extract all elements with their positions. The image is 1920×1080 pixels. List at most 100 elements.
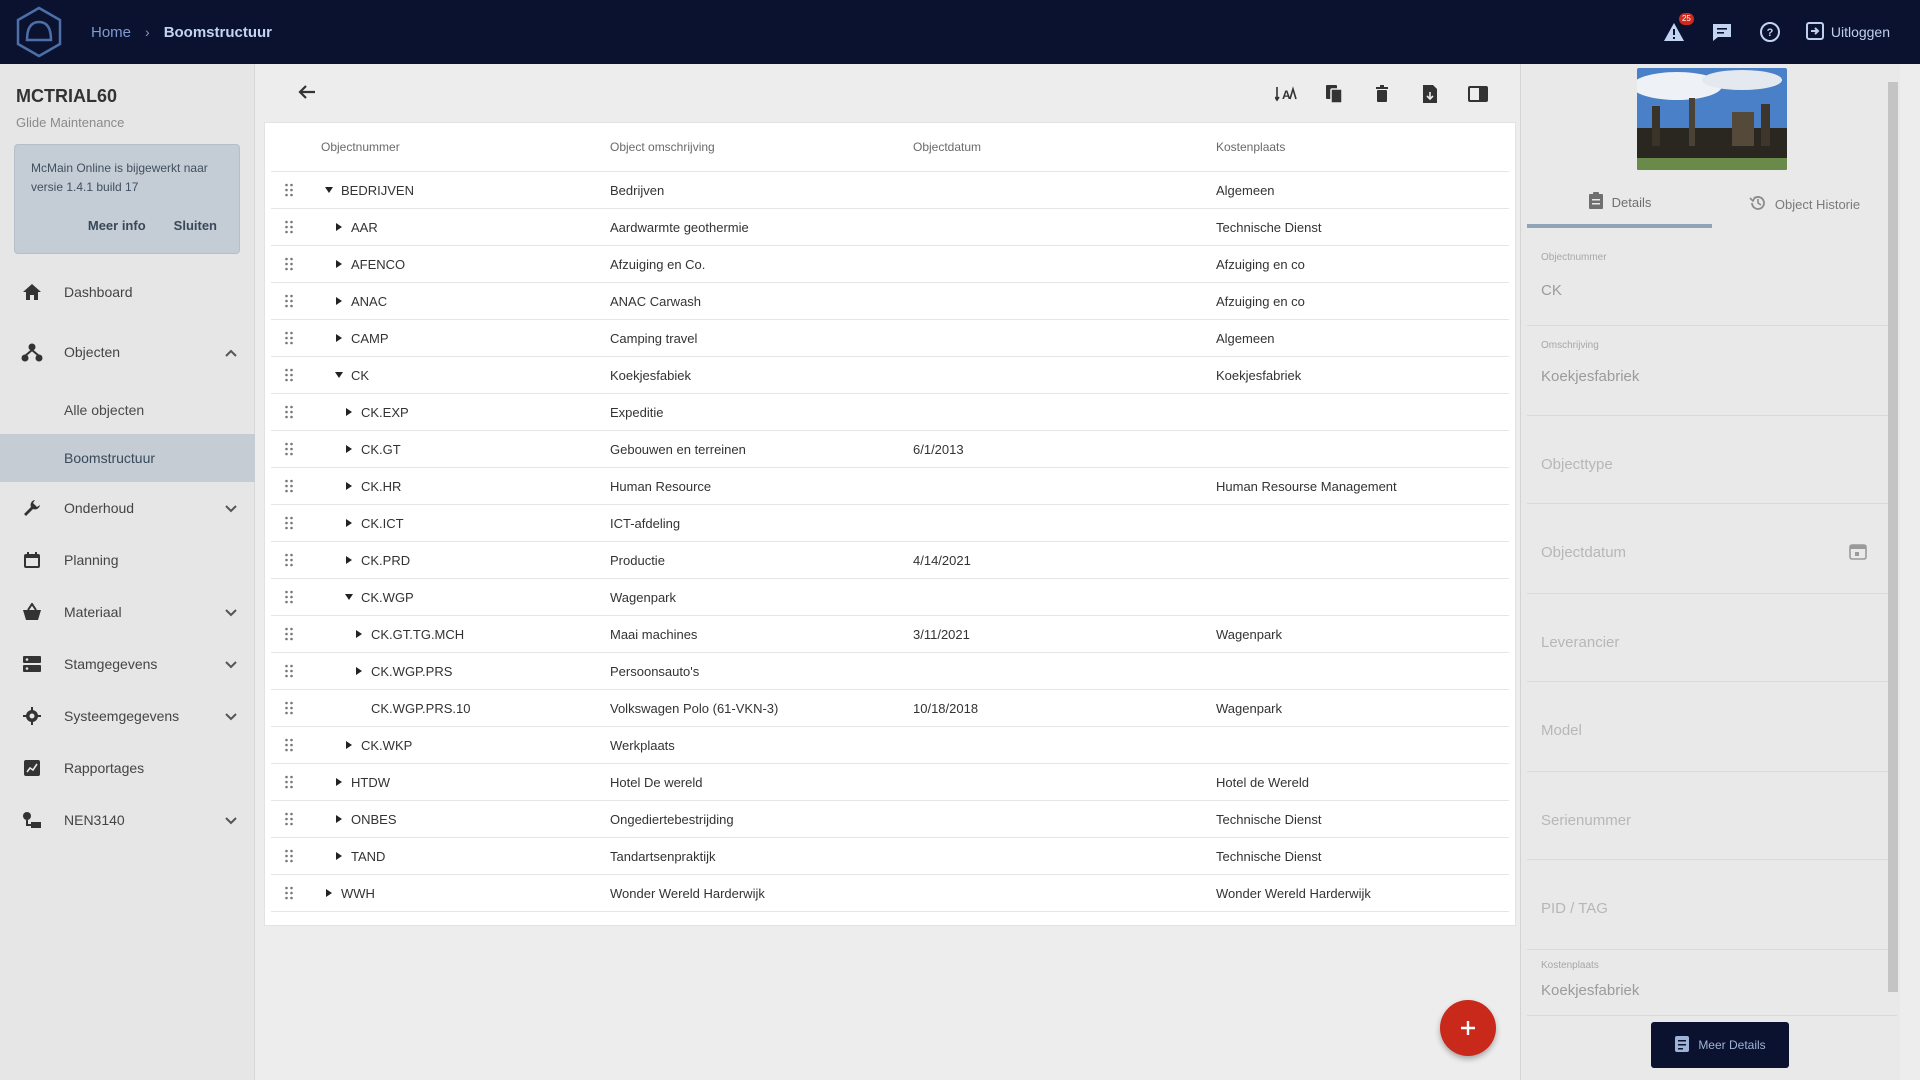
- tab-details[interactable]: Details: [1527, 180, 1712, 228]
- column-header-kostenplaats[interactable]: Kostenplaats: [1216, 140, 1509, 154]
- scrollbar-thumb[interactable]: [1888, 82, 1898, 992]
- expand-caret-icon[interactable]: [341, 478, 357, 494]
- expand-caret-icon[interactable]: [331, 256, 347, 272]
- chat-icon[interactable]: [1709, 19, 1735, 45]
- field-objectdatum[interactable]: Objectdatum: [1527, 504, 1897, 594]
- drag-handle-icon[interactable]: [271, 257, 307, 271]
- table-row[interactable]: CAMP Camping travel Algemeen: [271, 320, 1509, 357]
- toggle-panel-icon[interactable]: [1466, 82, 1490, 106]
- expand-caret-icon[interactable]: [331, 848, 347, 864]
- copy-icon[interactable]: [1322, 82, 1346, 106]
- tab-object-historie[interactable]: Object Historie: [1712, 180, 1897, 228]
- drag-handle-icon[interactable]: [271, 516, 307, 530]
- drag-handle-icon[interactable]: [271, 331, 307, 345]
- expand-caret-icon[interactable]: [341, 552, 357, 568]
- sidebar-item-planning[interactable]: Planning: [0, 534, 255, 586]
- drag-handle-icon[interactable]: [271, 812, 307, 826]
- field-omschrijving[interactable]: Omschrijving Koekjesfabriek: [1527, 326, 1897, 416]
- sidebar-item-materiaal[interactable]: Materiaal: [0, 586, 255, 638]
- expand-caret-icon[interactable]: [321, 885, 337, 901]
- drag-handle-icon[interactable]: [271, 220, 307, 234]
- sidebar-item-onderhoud[interactable]: Onderhoud: [0, 482, 255, 534]
- table-row[interactable]: AFENCO Afzuiging en Co. Afzuiging en co: [271, 246, 1509, 283]
- drag-handle-icon[interactable]: [271, 294, 307, 308]
- sidebar-item-stamgegevens[interactable]: Stamgegevens: [0, 638, 255, 690]
- table-row[interactable]: CK Koekjesfabiek Koekjesfabriek: [271, 357, 1509, 394]
- table-row[interactable]: AAR Aardwarmte geothermie Technische Diens…: [271, 209, 1509, 246]
- export-document-icon[interactable]: [1418, 82, 1442, 106]
- meer-details-button[interactable]: Meer Details: [1651, 1022, 1789, 1068]
- expand-caret-icon[interactable]: [341, 404, 357, 420]
- back-arrow-icon[interactable]: [298, 84, 316, 105]
- field-objecttype[interactable]: Objecttype: [1527, 416, 1897, 504]
- collapse-caret-icon[interactable]: [321, 182, 337, 198]
- delete-icon[interactable]: [1370, 82, 1394, 106]
- expand-caret-icon[interactable]: [331, 330, 347, 346]
- table-row[interactable]: CK.WKP Werkplaats: [271, 727, 1509, 764]
- table-row[interactable]: ANAC ANAC Carwash Afzuiging en co: [271, 283, 1509, 320]
- drag-handle-icon[interactable]: [271, 701, 307, 715]
- expand-caret-icon[interactable]: [341, 737, 357, 753]
- logout-button[interactable]: Uitloggen: [1805, 21, 1890, 44]
- expand-caret-icon[interactable]: [351, 626, 367, 642]
- drag-handle-icon[interactable]: [271, 738, 307, 752]
- table-row[interactable]: BEDRIJVEN Bedrijven Algemeen: [271, 172, 1509, 209]
- table-row[interactable]: TAND Tandartsenpraktijk Technische Dienst: [271, 838, 1509, 875]
- breadcrumb-home[interactable]: Home: [91, 24, 131, 41]
- sidebar-item-nen3140[interactable]: NEN3140: [0, 794, 255, 846]
- drag-handle-icon[interactable]: [271, 886, 307, 900]
- table-row[interactable]: CK.WGP.PRS.10 Volkswagen Polo (61-VKN-3) 1…: [271, 690, 1509, 727]
- field-pid-tag[interactable]: PID / TAG: [1527, 860, 1897, 950]
- column-header-omschrijving[interactable]: Object omschrijving: [610, 140, 913, 154]
- column-header-objectnummer[interactable]: Objectnummer: [307, 140, 610, 154]
- table-row[interactable]: CK.EXP Expeditie: [271, 394, 1509, 431]
- expand-caret-icon[interactable]: [331, 774, 347, 790]
- table-row[interactable]: HTDW Hotel De wereld Hotel de Wereld: [271, 764, 1509, 801]
- calendar-icon[interactable]: [1849, 542, 1867, 565]
- sidebar-item-objecten[interactable]: Objecten: [0, 318, 255, 386]
- panel-scrollbar[interactable]: [1884, 68, 1900, 1078]
- update-close-button[interactable]: Sluiten: [174, 218, 217, 233]
- table-row[interactable]: CK.WGP.PRS Persoonsauto's: [271, 653, 1509, 690]
- drag-handle-icon[interactable]: [271, 553, 307, 567]
- table-row[interactable]: CK.HR Human Resource Human Resourse Manage…: [271, 468, 1509, 505]
- sidebar-item-systeemgegevens[interactable]: Systeemgegevens: [0, 690, 255, 742]
- table-row[interactable]: CK.GT.TG.MCH Maai machines 3/11/2021 Wagenp…: [271, 616, 1509, 653]
- expand-caret-icon[interactable]: [331, 293, 347, 309]
- table-row[interactable]: WWH Wonder Wereld Harderwijk Wonder Wereld…: [271, 875, 1509, 912]
- drag-handle-icon[interactable]: [271, 442, 307, 456]
- drag-handle-icon[interactable]: [271, 183, 307, 197]
- update-more-info-button[interactable]: Meer info: [88, 218, 146, 233]
- column-header-objectdatum[interactable]: Objectdatum: [913, 140, 1216, 154]
- drag-handle-icon[interactable]: [271, 405, 307, 419]
- expand-caret-icon[interactable]: [331, 811, 347, 827]
- sidebar-item-rapportages[interactable]: Rapportages: [0, 742, 255, 794]
- drag-handle-icon[interactable]: [271, 664, 307, 678]
- drag-handle-icon[interactable]: [271, 368, 307, 382]
- field-serienummer[interactable]: Serienummer: [1527, 772, 1897, 860]
- drag-handle-icon[interactable]: [271, 775, 307, 789]
- drag-handle-icon[interactable]: [271, 849, 307, 863]
- app-logo-icon[interactable]: [13, 6, 65, 58]
- field-leverancier[interactable]: Leverancier: [1527, 594, 1897, 682]
- table-row[interactable]: ONBES Ongediertebestrijding Technische Die…: [271, 801, 1509, 838]
- drag-handle-icon[interactable]: [271, 479, 307, 493]
- table-row[interactable]: CK.GT Gebouwen en terreinen 6/1/2013: [271, 431, 1509, 468]
- field-objectnummer[interactable]: Objectnummer CK: [1527, 240, 1897, 326]
- drag-handle-icon[interactable]: [271, 590, 307, 604]
- table-row[interactable]: CK.WGP Wagenpark: [271, 579, 1509, 616]
- expand-caret-icon[interactable]: [351, 663, 367, 679]
- help-icon[interactable]: ?: [1757, 19, 1783, 45]
- expand-caret-icon[interactable]: [341, 441, 357, 457]
- sidebar-item-dashboard[interactable]: Dashboard: [0, 266, 255, 318]
- warning-icon[interactable]: 25: [1661, 13, 1694, 45]
- sidebar-item-alle-objecten[interactable]: Alle objecten: [0, 386, 255, 434]
- table-row[interactable]: CK.PRD Productie 4/14/2021: [271, 542, 1509, 579]
- table-row[interactable]: CK.ICT ICT-afdeling: [271, 505, 1509, 542]
- sidebar-item-boomstructuur[interactable]: Boomstructuur: [0, 434, 255, 482]
- expand-caret-icon[interactable]: [331, 219, 347, 235]
- drag-handle-icon[interactable]: [271, 627, 307, 641]
- collapse-caret-icon[interactable]: [331, 367, 347, 383]
- collapse-caret-icon[interactable]: [341, 589, 357, 605]
- field-kostenplaats[interactable]: Kostenplaats Koekjesfabriek: [1527, 950, 1897, 1016]
